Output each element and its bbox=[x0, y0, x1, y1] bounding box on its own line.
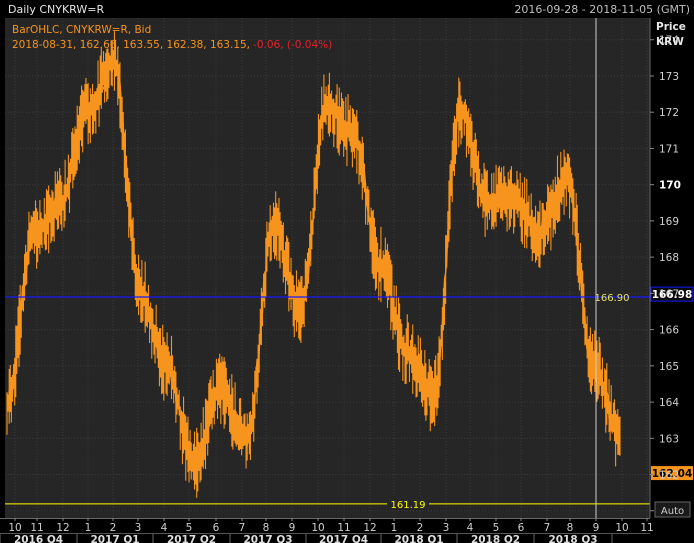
unit-axis-label: KRW bbox=[656, 36, 684, 48]
y-tick-label: 170 bbox=[659, 180, 681, 192]
x-tick-label: 5 bbox=[186, 522, 193, 534]
x-tick-label: 4 bbox=[467, 522, 474, 534]
x-tick-label: 10 bbox=[615, 522, 628, 534]
auto-scale-button[interactable]: Auto bbox=[654, 501, 691, 518]
x-tick-label: 8 bbox=[263, 522, 270, 534]
x-tick-label: 2 bbox=[110, 522, 117, 534]
x-period-label: 2018 Q2 bbox=[471, 534, 520, 543]
x-tick-label: 5 bbox=[493, 522, 500, 534]
price-axis-label: Price bbox=[656, 21, 686, 33]
x-tick-label: 8 bbox=[567, 522, 574, 534]
x-tick-label: 12 bbox=[56, 522, 69, 534]
price-chart[interactable]: 166.90161.19166.98162.04 2018-08-31 1611… bbox=[0, 0, 694, 543]
chart-title: Daily CNYKRW=R bbox=[8, 3, 104, 16]
y-tick-label: 169 bbox=[659, 216, 679, 228]
y-tick-label: 168 bbox=[659, 252, 679, 264]
x-tick-label: 3 bbox=[443, 522, 450, 534]
reference-label-yellow: 161.19 bbox=[391, 500, 426, 511]
x-tick-label: 10 bbox=[311, 522, 324, 534]
y-tick-label: 171 bbox=[659, 143, 679, 155]
x-tick-label: 2 bbox=[417, 522, 424, 534]
x-tick-label: 6 bbox=[213, 522, 220, 534]
x-tick-label: 11 bbox=[30, 522, 43, 534]
x-tick-label: 9 bbox=[289, 522, 296, 534]
x-period-label: 2017 Q4 bbox=[319, 534, 368, 543]
x-tick-label: 1 bbox=[391, 522, 398, 534]
y-tick-label: 172 bbox=[659, 107, 679, 119]
auto-scale-label: Auto bbox=[661, 506, 684, 517]
legend-ohlc-values: 2018-08-31, 162.66, 163.55, 162.38, 163.… bbox=[12, 39, 250, 51]
y-tick-label: 166 bbox=[659, 325, 679, 337]
y-tick-label: 173 bbox=[659, 71, 679, 83]
x-period-label: 2018 Q3 bbox=[548, 534, 597, 543]
x-tick-label: 7 bbox=[544, 522, 551, 534]
y-tick-label: 164 bbox=[659, 397, 679, 409]
reference-label-blue: 166.90 bbox=[595, 293, 630, 304]
y-tick-label: 167 bbox=[659, 288, 679, 300]
date-range: 2016-09-28 - 2018-11-05 (GMT) bbox=[514, 3, 690, 16]
x-tick-label: 12 bbox=[363, 522, 376, 534]
y-tick-label: 163 bbox=[659, 433, 679, 445]
x-period-label: 2017 Q3 bbox=[243, 534, 292, 543]
x-tick-label: 3 bbox=[135, 522, 142, 534]
x-period-label: 2017 Q1 bbox=[90, 534, 139, 543]
x-period-label: 2016 Q4 bbox=[14, 534, 63, 543]
legend-values: 2018-08-31, 162.66, 163.55, 162.38, 163.… bbox=[12, 39, 332, 51]
x-tick-label: 7 bbox=[239, 522, 246, 534]
y-tick-label: 162 bbox=[659, 470, 679, 482]
x-period-label: 2018 Q1 bbox=[394, 534, 443, 543]
x-tick-label: 10 bbox=[8, 522, 21, 534]
x-period-label: 2017 Q2 bbox=[167, 534, 216, 543]
legend-series-name: BarOHLC, CNYKRW=R, Bid bbox=[12, 24, 151, 36]
legend-change: -0.06, (-0.04%) bbox=[253, 39, 332, 51]
x-tick-label: 9 bbox=[593, 522, 600, 534]
x-tick-label: 6 bbox=[518, 522, 525, 534]
x-tick-label: 1 bbox=[85, 522, 92, 534]
x-tick-label: 11 bbox=[640, 522, 653, 534]
x-tick-label: 11 bbox=[337, 522, 350, 534]
x-axis: 10 11 12 1 2 3 4 5 6 7 8 9 10 11 12 1 2 3 4 5 6 7 8 9 10 112016 Q… bbox=[0, 518, 694, 543]
y-tick-label: 165 bbox=[659, 361, 679, 373]
x-tick-label: 4 bbox=[161, 522, 168, 534]
